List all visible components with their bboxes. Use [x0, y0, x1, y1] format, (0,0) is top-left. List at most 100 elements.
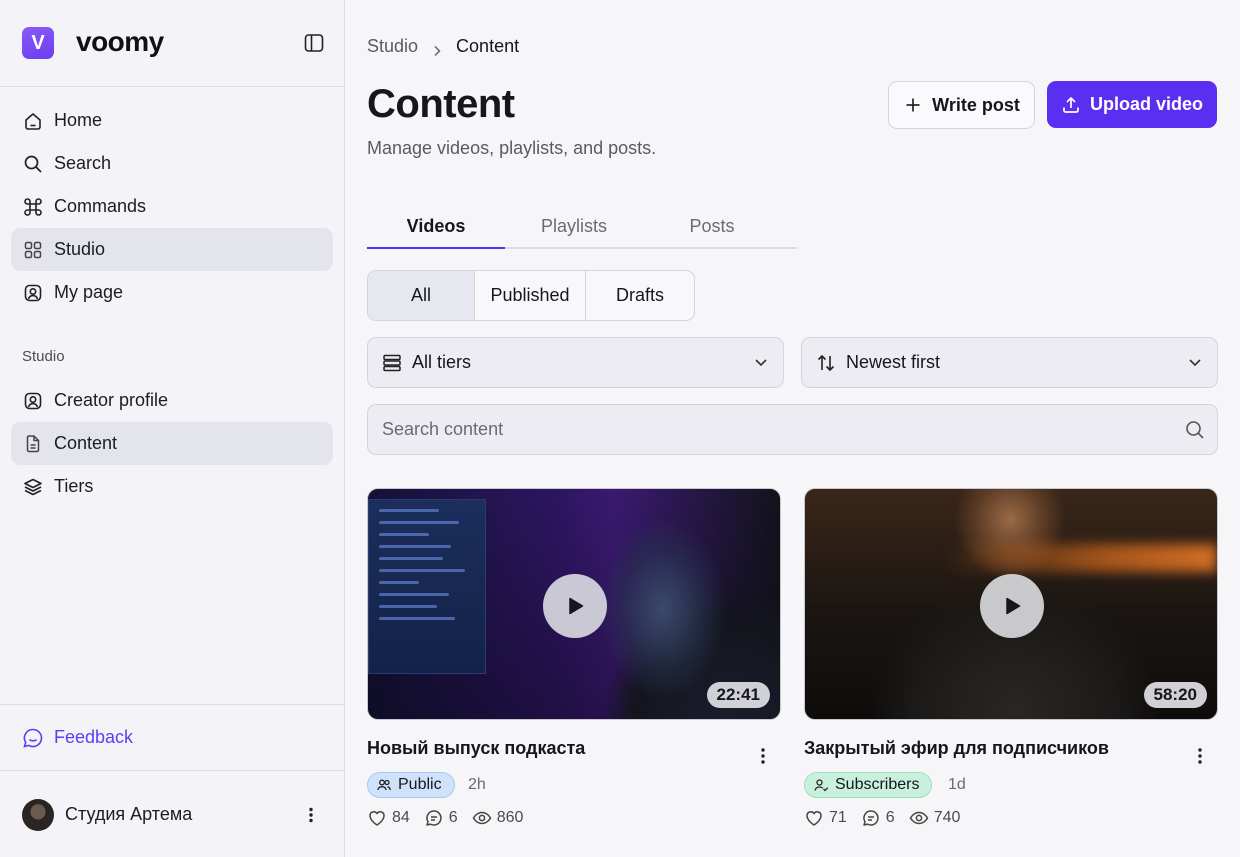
- users-icon: [376, 777, 392, 793]
- command-icon: [23, 197, 43, 217]
- search-input[interactable]: [368, 405, 1148, 454]
- tier-select-value: All tiers: [412, 352, 472, 372]
- plus-icon: [903, 95, 923, 115]
- filter-published[interactable]: Published: [475, 271, 586, 320]
- video-duration: 58:20: [1143, 682, 1207, 708]
- sidebar-item-creator-profile[interactable]: Creator profile: [11, 379, 333, 422]
- write-post-button[interactable]: Write post: [888, 81, 1035, 129]
- brand-name: voomy: [76, 26, 164, 57]
- user-square-icon: [23, 283, 43, 303]
- search-icon[interactable]: [1185, 420, 1205, 440]
- sidebar-item-label: Content: [54, 433, 118, 453]
- video-card: 22:41 Новый выпуск подкаста Public 2h 84…: [367, 488, 781, 826]
- video-stats: 71 6 740: [804, 808, 974, 828]
- sidebar-item-label: My page: [54, 282, 124, 302]
- visibility-badge: Subscribers: [804, 772, 933, 798]
- comments-count: 6: [885, 809, 895, 826]
- breadcrumb: Studio Content: [367, 36, 519, 57]
- tab-posts[interactable]: Posts: [643, 205, 781, 247]
- search-icon: [23, 154, 43, 174]
- visibility-badge: Public: [367, 772, 455, 798]
- visibility-label: Subscribers: [835, 776, 920, 793]
- sidebar: V voomy Home Search Commands Studio My p…: [0, 0, 345, 857]
- likes-stat[interactable]: 84: [367, 808, 410, 828]
- breadcrumb-studio[interactable]: Studio: [367, 36, 418, 57]
- chevron-right-icon: [432, 41, 442, 56]
- chat-smile-icon: [22, 727, 44, 749]
- file-icon: [23, 434, 43, 454]
- page-title: Content: [367, 82, 515, 126]
- sidebar-item-label: Tiers: [54, 476, 94, 496]
- video-stats: 84 6 860: [367, 808, 537, 828]
- sidebar-item-commands[interactable]: Commands: [11, 185, 333, 228]
- status-filter: All Published Drafts: [367, 270, 695, 321]
- more-vertical-icon[interactable]: [301, 805, 321, 825]
- more-vertical-icon[interactable]: [1190, 746, 1210, 766]
- grid-icon: [23, 240, 43, 260]
- sidebar-section-label: Studio: [22, 348, 65, 365]
- sidebar-item-label: Studio: [54, 239, 106, 259]
- video-card: 58:20 Закрытый эфир для подписчиков Subs…: [804, 488, 1218, 826]
- sidebar-item-my-page[interactable]: My page: [11, 271, 333, 314]
- sort-select[interactable]: Newest first: [801, 337, 1218, 388]
- upload-icon: [1061, 95, 1081, 115]
- visibility-label: Public: [398, 776, 442, 793]
- feedback-link[interactable]: Feedback: [0, 704, 344, 771]
- heart-icon: [367, 808, 387, 828]
- tier-select[interactable]: All tiers: [367, 337, 784, 388]
- thumbnail-monitor: [368, 499, 486, 674]
- video-title[interactable]: Закрытый эфир для подписчиков: [804, 738, 1109, 759]
- sidebar-item-label: Commands: [54, 196, 147, 216]
- sidebar-item-label: Search: [54, 153, 112, 173]
- comments-stat[interactable]: 6: [861, 808, 895, 828]
- home-icon: [23, 111, 43, 131]
- sidebar-item-studio[interactable]: Studio: [11, 228, 333, 271]
- sidebar-item-label: Home: [54, 110, 103, 130]
- sidebar-item-home[interactable]: Home: [11, 99, 333, 142]
- sidebar-item-content[interactable]: Content: [11, 422, 333, 465]
- upload-video-button[interactable]: Upload video: [1047, 81, 1217, 128]
- sidebar-toggle-icon[interactable]: [303, 32, 325, 54]
- sidebar-item-label: Creator profile: [54, 390, 169, 410]
- filter-drafts[interactable]: Drafts: [586, 271, 694, 320]
- upload-video-label: Upload video: [1089, 94, 1203, 114]
- list-stack-icon: [382, 353, 402, 373]
- video-age: 2h: [468, 776, 486, 793]
- user-name: Студия Артема: [65, 804, 193, 824]
- tab-videos[interactable]: Videos: [367, 205, 505, 249]
- thumbnail-glow: [945, 544, 1217, 572]
- eye-icon: [472, 808, 492, 828]
- logo-icon[interactable]: V: [22, 27, 54, 59]
- sidebar-item-search[interactable]: Search: [11, 142, 333, 185]
- video-title[interactable]: Новый выпуск подкаста: [367, 738, 585, 759]
- video-thumbnail[interactable]: 58:20: [804, 488, 1218, 720]
- play-icon[interactable]: [543, 574, 607, 638]
- search-bar: [367, 404, 1218, 455]
- brand-header: V voomy: [0, 0, 344, 87]
- comments-stat[interactable]: 6: [424, 808, 458, 828]
- sidebar-item-tiers[interactable]: Tiers: [11, 465, 333, 508]
- likes-stat[interactable]: 71: [804, 808, 847, 828]
- more-vertical-icon[interactable]: [753, 746, 773, 766]
- views-stat: 740: [909, 808, 961, 828]
- filter-all[interactable]: All: [368, 271, 475, 320]
- layers-icon: [23, 477, 43, 497]
- studio-nav: Creator profile Content Tiers: [11, 379, 333, 508]
- user-profile[interactable]: Студия Артема: [0, 772, 344, 857]
- chevron-down-icon: [753, 354, 769, 370]
- video-age: 1d: [948, 776, 966, 793]
- views-count: 860: [496, 809, 524, 826]
- main-content: Studio Content Content Manage videos, pl…: [345, 0, 1240, 857]
- comments-count: 6: [448, 809, 458, 826]
- views-count: 740: [933, 809, 961, 826]
- play-icon[interactable]: [980, 574, 1044, 638]
- eye-icon: [909, 808, 929, 828]
- feedback-label: Feedback: [54, 727, 134, 747]
- breadcrumb-current: Content: [456, 36, 520, 56]
- likes-count: 71: [829, 809, 847, 826]
- tab-playlists[interactable]: Playlists: [505, 205, 643, 247]
- video-thumbnail[interactable]: 22:41: [367, 488, 781, 720]
- logo-letter: V: [31, 31, 45, 54]
- chevron-down-icon: [1187, 354, 1203, 370]
- heart-icon: [804, 808, 824, 828]
